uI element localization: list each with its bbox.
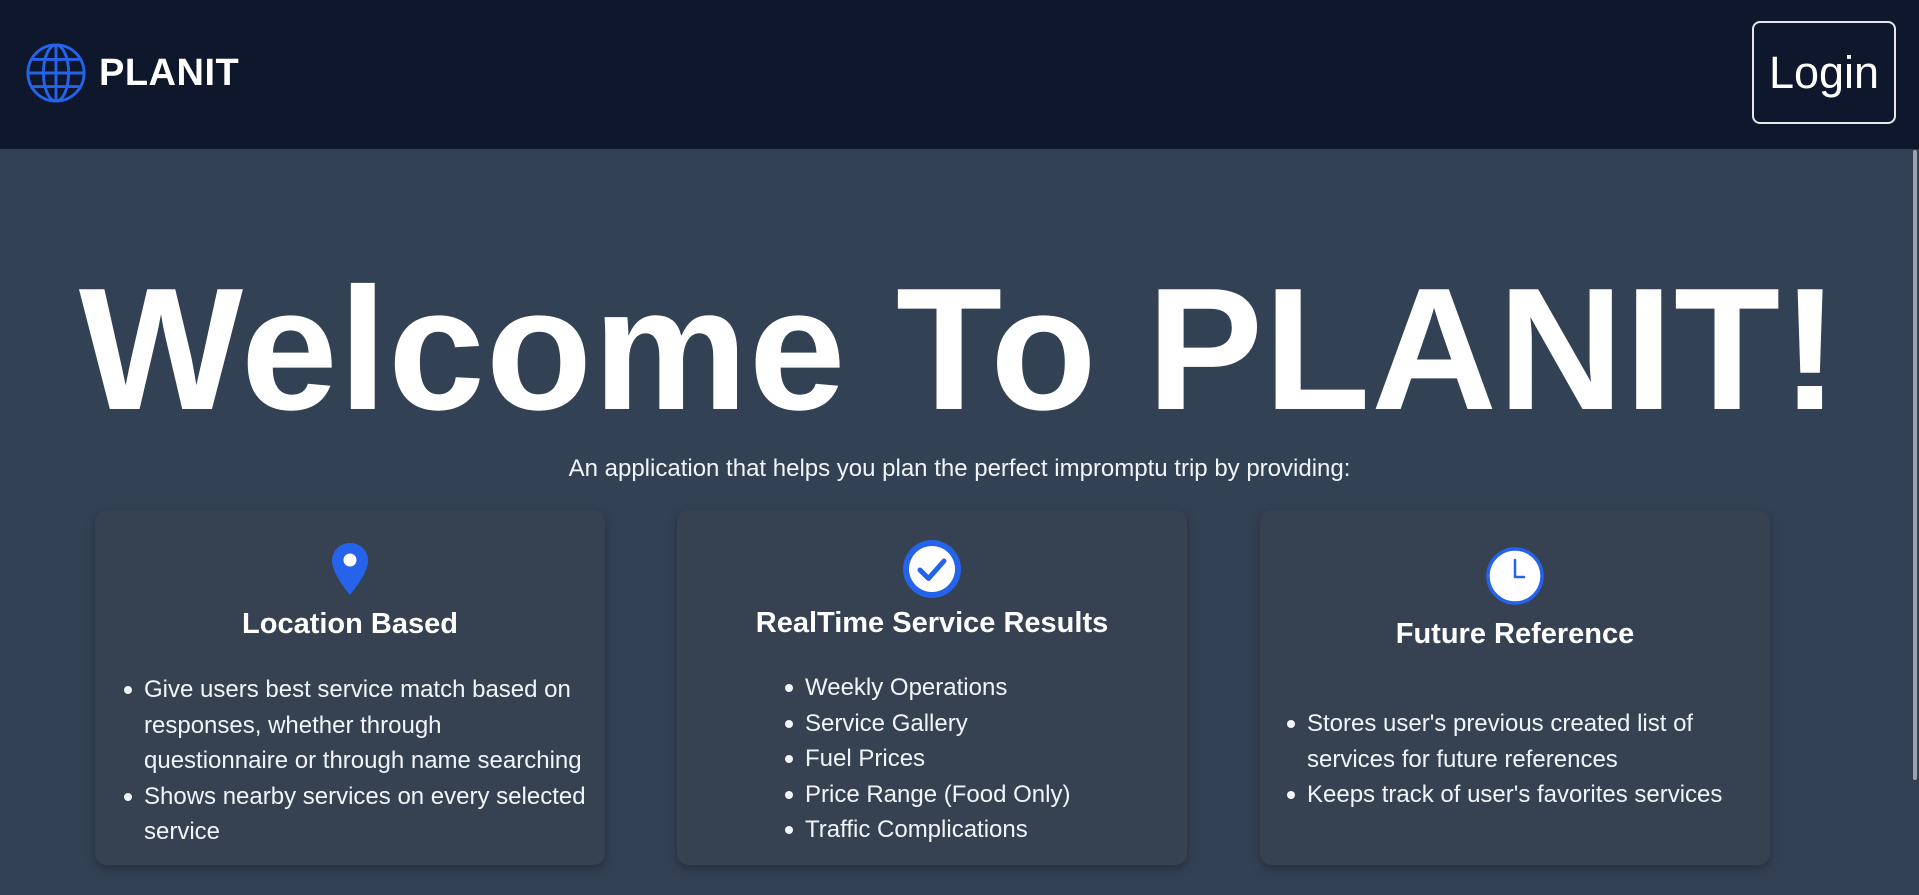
navbar: PLANIT Login [0, 0, 1919, 149]
list-item: Keeps track of user's favorites services [1283, 777, 1753, 813]
hero-title: Welcome To PLANIT! [78, 251, 1841, 446]
feature-list: Give users best service match based on r… [120, 672, 590, 850]
list-item: Traffic Complications [781, 812, 1161, 848]
list-item: Give users best service match based on r… [120, 672, 590, 779]
page-scrollbar[interactable] [1913, 150, 1917, 780]
list-item: Fuel Prices [781, 741, 1161, 777]
brand-name: PLANIT [99, 51, 240, 94]
clock-icon [1486, 547, 1544, 610]
feature-card-realtime: RealTime Service Results Weekly Operatio… [677, 510, 1187, 865]
feature-title: Future Reference [1395, 618, 1635, 650]
feature-card-location: Location Based Give users best service m… [95, 510, 605, 865]
list-item: Weekly Operations [781, 670, 1161, 706]
feature-title: RealTime Service Results [755, 607, 1109, 639]
check-circle-icon [901, 538, 963, 605]
globe-icon [25, 42, 87, 104]
feature-card-future: Future Reference Stores user's previous … [1260, 510, 1770, 865]
login-button[interactable]: Login [1752, 21, 1896, 124]
list-item: Shows nearby services on every selected … [120, 779, 590, 850]
feature-list: Weekly Operations Service Gallery Fuel P… [781, 670, 1161, 848]
list-item: Price Range (Food Only) [781, 777, 1161, 813]
feature-title: Location Based [242, 608, 458, 640]
list-item: Service Gallery [781, 706, 1161, 742]
map-pin-icon [331, 542, 369, 601]
feature-list: Stores user's previous created list of s… [1283, 706, 1753, 813]
list-item: Stores user's previous created list of s… [1283, 706, 1753, 777]
hero-subtitle: An application that helps you plan the p… [568, 455, 1351, 482]
brand-logo-link[interactable]: PLANIT [25, 42, 239, 104]
